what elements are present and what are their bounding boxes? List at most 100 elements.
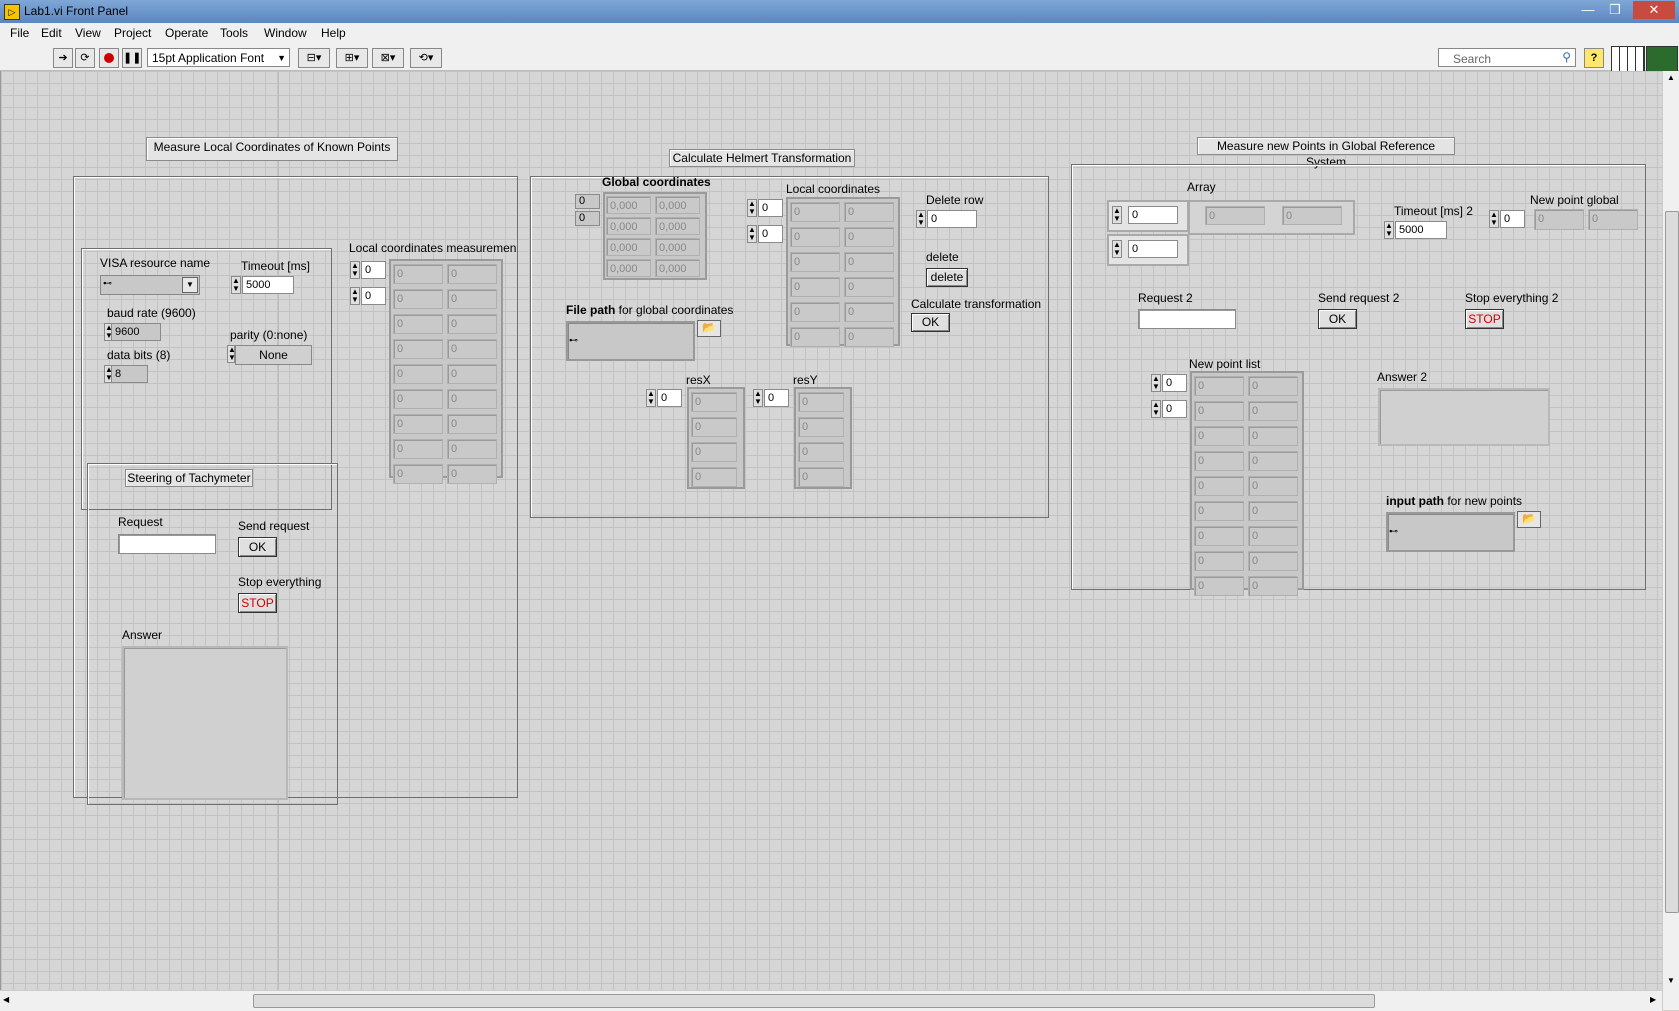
array-element-0[interactable]: 0 <box>1205 206 1265 225</box>
global-index-1[interactable]: 0 <box>575 211 600 226</box>
new-point-list-index-spinner-0[interactable]: ▲ ▼ <box>1151 374 1161 392</box>
menu-tools[interactable]: Tools <box>220 26 248 40</box>
menu-file[interactable]: File <box>10 26 29 40</box>
menu-project[interactable]: Project <box>114 26 151 40</box>
menu-view[interactable]: View <box>75 26 101 40</box>
local-measurement-cell: 0 <box>447 339 497 359</box>
resx-index-spinner[interactable]: ▲ ▼ <box>646 389 656 407</box>
menu-window[interactable]: Window <box>264 26 307 40</box>
array-index-0[interactable]: 0 <box>1128 206 1178 224</box>
input-path-label-rest: for new points <box>1443 494 1523 508</box>
array-element-1[interactable]: 0 <box>1282 206 1342 225</box>
new-point-list-cell: 0 <box>1194 551 1244 571</box>
local-measurement-cell: 0 <box>393 389 443 409</box>
array-index-spinner-0[interactable]: ▲ ▼ <box>1112 206 1122 224</box>
label-measure-local: Measure Local Coordinates of Known Point… <box>146 137 398 161</box>
run-continuously-icon[interactable]: ⟳ <box>75 48 95 68</box>
chevron-down-icon[interactable]: ▼ <box>182 277 198 293</box>
local-measurement-index-1[interactable]: 0 <box>361 287 386 305</box>
browse-folder-button-2[interactable]: 📂 <box>1517 511 1541 528</box>
baud-input[interactable]: 9600 <box>111 323 161 341</box>
scroll-down-icon[interactable]: ▼ <box>1667 976 1675 985</box>
calc-transformation-button[interactable]: OK <box>911 313 950 332</box>
label-measure-new: Measure new Points in Global Reference S… <box>1197 137 1455 169</box>
vertical-scrollbar[interactable]: ▲ ▼ <box>1662 71 1679 1010</box>
local-coordinates-cell: 0 <box>790 327 840 347</box>
delete-button[interactable]: delete <box>926 268 968 287</box>
new-point-list-cell: 0 <box>1194 451 1244 471</box>
local-measurement-index-spinner-1[interactable]: ▲ ▼ <box>350 287 360 305</box>
local-measurement-index-spinner-0[interactable]: ▲ ▼ <box>350 261 360 279</box>
run-arrow-icon[interactable]: ➔ <box>53 48 73 68</box>
pause-icon[interactable]: ❚❚ <box>122 48 142 68</box>
new-point-list-cell: 0 <box>1194 526 1244 546</box>
menu-edit[interactable]: Edit <box>41 26 62 40</box>
local-index-0[interactable]: 0 <box>758 199 783 217</box>
timeout-spinner[interactable]: ▲ ▼ <box>231 276 241 294</box>
distribute-objects-icon[interactable]: ⊞▾ <box>336 48 368 68</box>
send-request-button[interactable]: OK <box>238 537 277 557</box>
resy-index-spinner[interactable]: ▲ ▼ <box>753 389 763 407</box>
local-measurement-index-0[interactable]: 0 <box>361 261 386 279</box>
parity-spinner[interactable]: ▲ ▼ <box>227 345 236 363</box>
input-path-label-bold: input path <box>1386 494 1444 508</box>
new-point-list-cell: 0 <box>1248 451 1298 471</box>
local-measurement-cell: 0 <box>447 289 497 309</box>
scroll-up-icon[interactable]: ▲ <box>1667 73 1675 82</box>
new-point-list-index-1[interactable]: 0 <box>1162 400 1187 418</box>
path-icon: ⊷ <box>569 335 578 345</box>
local-coordinates-cell: 0 <box>844 202 894 222</box>
timeout2-spinner[interactable]: ▲ ▼ <box>1384 221 1394 239</box>
stop-everything-button[interactable]: STOP <box>238 593 277 613</box>
local-index-spinner-1[interactable]: ▲ ▼ <box>747 225 757 243</box>
browse-folder-button[interactable]: 📂 <box>697 320 721 337</box>
array-index-spinner-1[interactable]: ▲ ▼ <box>1112 240 1122 258</box>
send-request2-button[interactable]: OK <box>1318 309 1357 329</box>
resy-cell: 0 <box>798 442 844 462</box>
align-objects-icon[interactable]: ⊟▾ <box>298 48 330 68</box>
local-index-1[interactable]: 0 <box>758 225 783 243</box>
close-button[interactable]: ✕ <box>1633 1 1675 19</box>
search-box[interactable]: Search ⚲ <box>1438 48 1576 67</box>
horizontal-scroll-thumb[interactable] <box>253 994 1375 1008</box>
scroll-left-icon[interactable]: ◀ <box>3 995 9 1004</box>
font-selector[interactable]: 15pt Application Font ▼ <box>147 48 290 67</box>
new-point-global-index[interactable]: 0 <box>1500 210 1525 228</box>
minimize-button[interactable]: — <box>1576 1 1600 19</box>
new-point-list-index-spinner-1[interactable]: ▲ ▼ <box>1151 400 1161 418</box>
restore-button[interactable]: ❐ <box>1603 1 1627 19</box>
new-points-path-control[interactable]: ⊷ <box>1386 512 1515 552</box>
timeout2-input[interactable]: 5000 <box>1395 221 1447 239</box>
resy-index[interactable]: 0 <box>764 389 789 407</box>
new-point-list-index-0[interactable]: 0 <box>1162 374 1187 392</box>
delete-row-input[interactable]: 0 <box>927 210 977 228</box>
visa-resource-control[interactable]: ⊷ ▼ <box>100 275 200 295</box>
timeout-input[interactable]: 5000 <box>242 276 294 294</box>
array-index-1[interactable]: 0 <box>1128 240 1178 258</box>
resx-index[interactable]: 0 <box>657 389 682 407</box>
global-index-0[interactable]: 0 <box>575 194 600 209</box>
delete-row-spinner[interactable]: ▲ ▼ <box>916 210 926 228</box>
abort-icon[interactable] <box>99 48 119 68</box>
request2-label: Request 2 <box>1138 291 1193 305</box>
local-index-spinner-0[interactable]: ▲ ▼ <box>747 199 757 217</box>
local-coordinates-cell: 0 <box>844 302 894 322</box>
vertical-scroll-thumb[interactable] <box>1665 211 1679 913</box>
folder-icon: 📂 <box>1522 513 1536 525</box>
stop-everything2-button[interactable]: STOP <box>1465 309 1504 329</box>
menu-help[interactable]: Help <box>321 26 346 40</box>
help-icon[interactable]: ? <box>1584 48 1604 68</box>
global-file-path-control[interactable]: ⊷ <box>566 321 695 361</box>
resize-objects-icon[interactable]: ⊠▾ <box>372 48 404 68</box>
menu-operate[interactable]: Operate <box>165 26 208 40</box>
request-input[interactable] <box>118 534 216 554</box>
reorder-icon[interactable]: ⟲▾ <box>410 48 442 68</box>
horizontal-scrollbar[interactable]: ◀ ▶ <box>0 990 1662 1011</box>
request2-input[interactable] <box>1138 309 1236 329</box>
local-coordinates-cell: 0 <box>790 302 840 322</box>
new-point-global-spinner[interactable]: ▲ ▼ <box>1489 210 1499 228</box>
scroll-right-icon[interactable]: ▶ <box>1650 995 1656 1004</box>
databits-input[interactable]: 8 <box>111 365 148 383</box>
calc-transformation-label: Calculate transformation <box>911 297 1042 311</box>
parity-ring[interactable]: None <box>235 345 312 365</box>
